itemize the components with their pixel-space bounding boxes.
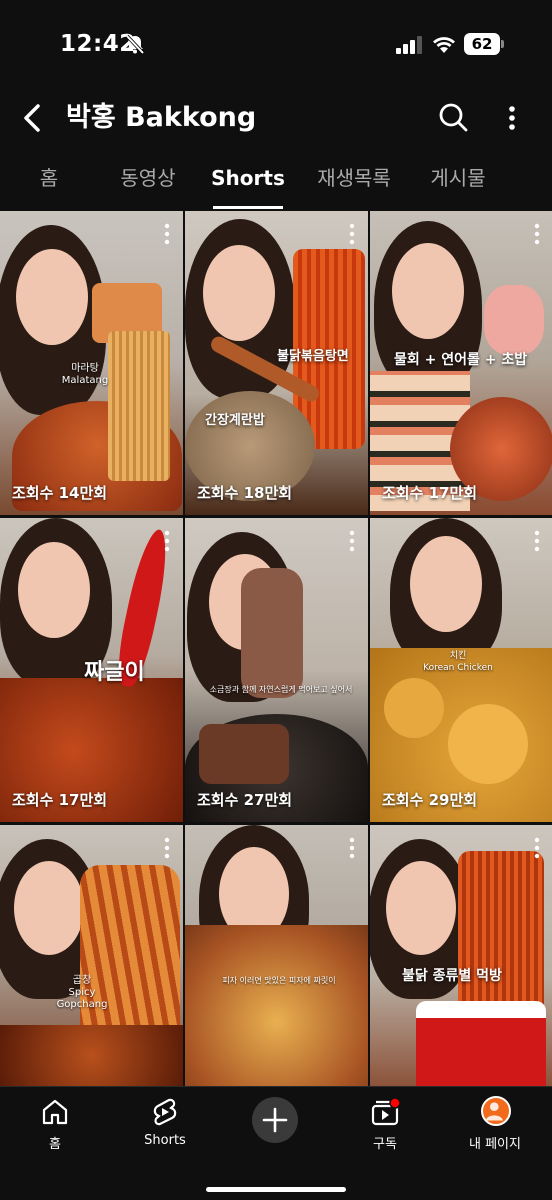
- home-indicator: [206, 1187, 346, 1192]
- tab-home[interactable]: 홈: [14, 150, 84, 210]
- short-thumbnail[interactable]: 짜글이 조회수 17만회: [0, 518, 183, 822]
- wifi-icon: [433, 37, 455, 53]
- tab-posts[interactable]: 게시물: [416, 150, 500, 210]
- video-caption: 피자 이러면 맛있은 피자에 짜릿이: [222, 976, 336, 985]
- view-count: 조회수 27만회: [197, 791, 293, 809]
- short-thumbnail[interactable]: 불닭 종류별 먹방: [370, 825, 552, 1086]
- short-thumbnail[interactable]: 마라탕 Malatang 조회수 14만회: [0, 211, 183, 515]
- tab-videos[interactable]: 동영상: [104, 150, 192, 210]
- more-vert-icon[interactable]: [533, 837, 541, 859]
- short-thumbnail[interactable]: 피자 이러면 맛있은 피자에 짜릿이: [185, 825, 368, 1086]
- video-caption: 물회 + 연어롤 + 초밥: [394, 352, 528, 368]
- more-vert-icon[interactable]: [163, 530, 171, 552]
- video-caption: 불닭 종류별 먹방: [402, 968, 502, 984]
- battery-level: 62: [464, 33, 500, 55]
- home-icon: [42, 1099, 68, 1125]
- short-thumbnail[interactable]: 불닭볶음탕면 간장계란밥 조회수 18만회: [185, 211, 368, 515]
- back-arrow-icon[interactable]: [18, 100, 48, 136]
- nav-subscriptions-label: 구독: [373, 1137, 397, 1152]
- more-options-icon[interactable]: [502, 100, 522, 136]
- profile-icon: [481, 1096, 511, 1126]
- tab-playlists[interactable]: 재생목록: [304, 150, 404, 210]
- bottom-navigation: 홈 Shorts 구독 내 페이지: [0, 1086, 552, 1200]
- video-caption: 곱창 Spicy Gopchang: [56, 975, 108, 1010]
- channel-title: 박홍 Bakkong: [66, 102, 257, 133]
- video-caption-secondary: 간장계란밥: [205, 413, 265, 428]
- view-count: 조회수 17만회: [12, 791, 108, 809]
- channel-tabs: 홈 동영상 Shorts 재생목록 게시물: [0, 150, 552, 210]
- tab-active-indicator: [213, 206, 283, 209]
- silent-bell-icon: [125, 34, 145, 55]
- status-bar: 12:42 62: [0, 0, 552, 90]
- more-vert-icon[interactable]: [348, 837, 356, 859]
- short-thumbnail[interactable]: 물회 + 연어롤 + 초밥 조회수 17만회: [370, 211, 552, 515]
- short-thumbnail[interactable]: 치킨 Korean Chicken 조회수 29만회: [370, 518, 552, 822]
- nav-shorts-label: Shorts: [144, 1133, 186, 1148]
- battery-indicator: 62: [464, 33, 504, 55]
- nav-subscriptions[interactable]: 구독: [340, 1097, 430, 1157]
- nav-shorts[interactable]: Shorts: [120, 1097, 210, 1157]
- more-vert-icon[interactable]: [348, 223, 356, 245]
- view-count: 조회수 14만회: [12, 484, 108, 502]
- tab-shorts[interactable]: Shorts: [204, 150, 292, 210]
- video-caption: 짜글이: [84, 660, 145, 685]
- short-thumbnail[interactable]: 곱창 Spicy Gopchang: [0, 825, 183, 1086]
- more-vert-icon[interactable]: [533, 530, 541, 552]
- more-vert-icon[interactable]: [533, 223, 541, 245]
- more-vert-icon[interactable]: [348, 530, 356, 552]
- video-caption: 마라탕 Malatang: [61, 363, 109, 386]
- view-count: 조회수 18만회: [197, 484, 293, 502]
- create-icon: [262, 1107, 288, 1133]
- nav-my-page-label: 내 페이지: [469, 1137, 521, 1152]
- signal-icon: [396, 36, 422, 54]
- subscriptions-icon: [371, 1097, 400, 1126]
- view-count: 조회수 17만회: [382, 484, 478, 502]
- nav-home[interactable]: 홈: [10, 1097, 100, 1157]
- video-caption: 불닭볶음탕면: [277, 349, 349, 364]
- create-button[interactable]: [252, 1097, 298, 1143]
- nav-my-page[interactable]: 내 페이지: [450, 1096, 540, 1157]
- nav-home-label: 홈: [49, 1137, 61, 1152]
- view-count: 조회수 29만회: [382, 791, 478, 809]
- video-caption: 치킨 Korean Chicken: [423, 651, 493, 673]
- shorts-icon: [153, 1098, 177, 1126]
- shorts-grid: 마라탕 Malatang 조회수 14만회 불닭볶음탕면 간장계란밥 조회수 18…: [0, 211, 552, 1086]
- more-vert-icon[interactable]: [163, 837, 171, 859]
- video-caption: 소금장과 함께 자연스럽게 먹어보고 싶어서: [209, 685, 353, 694]
- short-thumbnail[interactable]: 소금장과 함께 자연스럽게 먹어보고 싶어서 조회수 27만회: [185, 518, 368, 822]
- search-icon[interactable]: [436, 100, 470, 134]
- channel-header: 박홍 Bakkong: [0, 90, 552, 146]
- more-vert-icon[interactable]: [163, 223, 171, 245]
